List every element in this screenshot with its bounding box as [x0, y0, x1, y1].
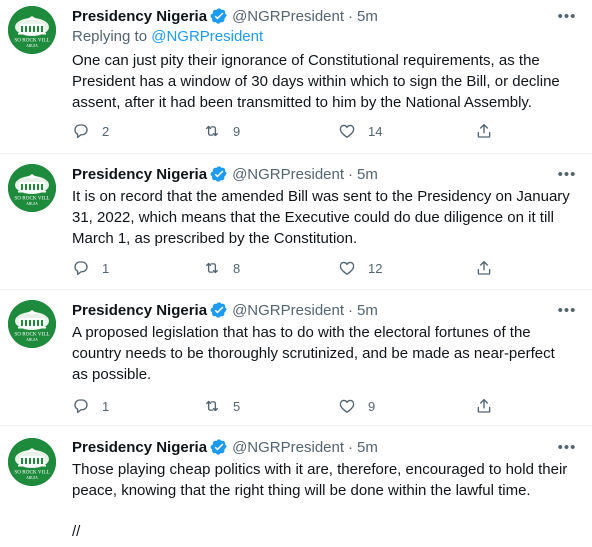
tweet-text: Those playing cheap politics with it are… — [72, 461, 568, 499]
handle[interactable]: @NGRPresident — [232, 166, 344, 183]
avatar-text: SO ROCK VILL — [14, 38, 49, 44]
thread-end-marker: // — [72, 523, 81, 540]
separator-dot: · — [348, 7, 354, 25]
avatar-subtext: ABUJA — [26, 338, 38, 342]
like-count: 12 — [368, 260, 383, 276]
display-name[interactable]: Presidency Nigeria — [72, 302, 207, 319]
tweet-header: Presidency Nigeria @NGRPresident · 5m — [72, 5, 378, 27]
like-count: 14 — [368, 123, 383, 139]
like-icon — [338, 397, 356, 415]
avatar-subtext: ABUJA — [26, 476, 38, 480]
retweet-count: 9 — [233, 123, 241, 139]
avatar[interactable]: SO ROCK VILL ABUJA — [8, 438, 56, 486]
display-name[interactable]: Presidency Nigeria — [72, 439, 207, 456]
verified-badge-icon — [210, 7, 228, 25]
tweet-text: It is on record that the amended Bill wa… — [72, 188, 570, 247]
separator-dot: · — [348, 301, 354, 319]
avatar-subtext: ABUJA — [26, 202, 38, 206]
replying-to-handle[interactable]: @NGRPresident — [151, 28, 263, 45]
reply-count: 1 — [102, 398, 110, 414]
verified-badge-icon — [210, 165, 228, 183]
tweet-actions: 2 9 14 — [72, 121, 512, 141]
retweet-button[interactable]: 5 — [203, 396, 243, 416]
retweet-button[interactable]: 9 — [203, 121, 243, 141]
retweet-icon — [203, 397, 221, 415]
avatar-subtext: ABUJA — [26, 44, 38, 48]
replying-to: Replying to @NGRPresident — [72, 28, 263, 45]
reply-count: 1 — [102, 260, 110, 276]
avatar-text: SO ROCK VILL — [14, 196, 49, 202]
tweet-3[interactable]: SO ROCK VILL ABUJA Presidency Nigeria @N… — [0, 290, 592, 425]
like-button[interactable]: 12 — [338, 258, 382, 278]
tweet-header: Presidency Nigeria @NGRPresident · 5m — [72, 436, 378, 458]
like-button[interactable]: 9 — [338, 396, 378, 416]
like-icon — [338, 122, 356, 140]
retweet-count: 5 — [233, 398, 241, 414]
reply-count: 2 — [102, 123, 110, 139]
retweet-icon — [203, 122, 221, 140]
share-icon — [475, 259, 493, 277]
display-name[interactable]: Presidency Nigeria — [72, 8, 207, 25]
like-button[interactable]: 14 — [338, 121, 382, 141]
share-button[interactable] — [475, 396, 505, 416]
reply-button[interactable]: 1 — [72, 258, 112, 278]
handle[interactable]: @NGRPresident — [232, 302, 344, 319]
retweet-count: 8 — [233, 260, 241, 276]
share-icon — [475, 397, 493, 415]
like-icon — [338, 259, 356, 277]
separator-dot: · — [348, 165, 354, 183]
share-button[interactable] — [475, 258, 505, 278]
tweet-text: A proposed legislation that has to do wi… — [72, 324, 555, 383]
avatar-text: SO ROCK VILL — [14, 470, 49, 476]
verified-badge-icon — [210, 438, 228, 456]
avatar-text: SO ROCK VILL — [14, 332, 49, 338]
tweet-header: Presidency Nigeria @NGRPresident · 5m — [72, 299, 378, 321]
avatar[interactable]: SO ROCK VILL ABUJA — [8, 300, 56, 348]
timestamp[interactable]: 5m — [357, 302, 378, 319]
retweet-button[interactable]: 8 — [203, 258, 243, 278]
avatar[interactable]: SO ROCK VILL ABUJA — [8, 6, 56, 54]
verified-badge-icon — [210, 301, 228, 319]
display-name[interactable]: Presidency Nigeria — [72, 166, 207, 183]
share-icon — [475, 122, 493, 140]
reply-icon — [72, 397, 90, 415]
reply-button[interactable]: 1 — [72, 396, 112, 416]
handle[interactable]: @NGRPresident — [232, 8, 344, 25]
more-options-icon[interactable]: ••• — [556, 301, 578, 319]
more-options-icon[interactable]: ••• — [556, 7, 578, 25]
tweet-actions: 1 5 9 — [72, 396, 512, 416]
handle[interactable]: @NGRPresident — [232, 439, 344, 456]
tweet-2[interactable]: SO ROCK VILL ABUJA Presidency Nigeria @N… — [0, 154, 592, 289]
more-options-icon[interactable]: ••• — [556, 165, 578, 183]
timestamp[interactable]: 5m — [357, 8, 378, 25]
share-button[interactable] — [475, 121, 505, 141]
separator-dot: · — [348, 438, 354, 456]
more-options-icon[interactable]: ••• — [556, 438, 578, 456]
like-count: 9 — [368, 398, 376, 414]
avatar[interactable]: SO ROCK VILL ABUJA — [8, 164, 56, 212]
reply-icon — [72, 122, 90, 140]
tweet-4[interactable]: SO ROCK VILL ABUJA Presidency Nigeria @N… — [0, 426, 592, 547]
tweet-header: Presidency Nigeria @NGRPresident · 5m — [72, 163, 378, 185]
retweet-icon — [203, 259, 221, 277]
tweet-1[interactable]: SO ROCK VILL ABUJA Presidency Nigeria @N… — [0, 0, 592, 153]
reply-button[interactable]: 2 — [72, 121, 112, 141]
tweet-text: One can just pity their ignorance of Con… — [72, 52, 560, 111]
timestamp[interactable]: 5m — [357, 166, 378, 183]
reply-icon — [72, 259, 90, 277]
replying-to-prefix: Replying to — [72, 28, 148, 45]
tweet-actions: 1 8 12 — [72, 258, 512, 278]
timestamp[interactable]: 5m — [357, 439, 378, 456]
